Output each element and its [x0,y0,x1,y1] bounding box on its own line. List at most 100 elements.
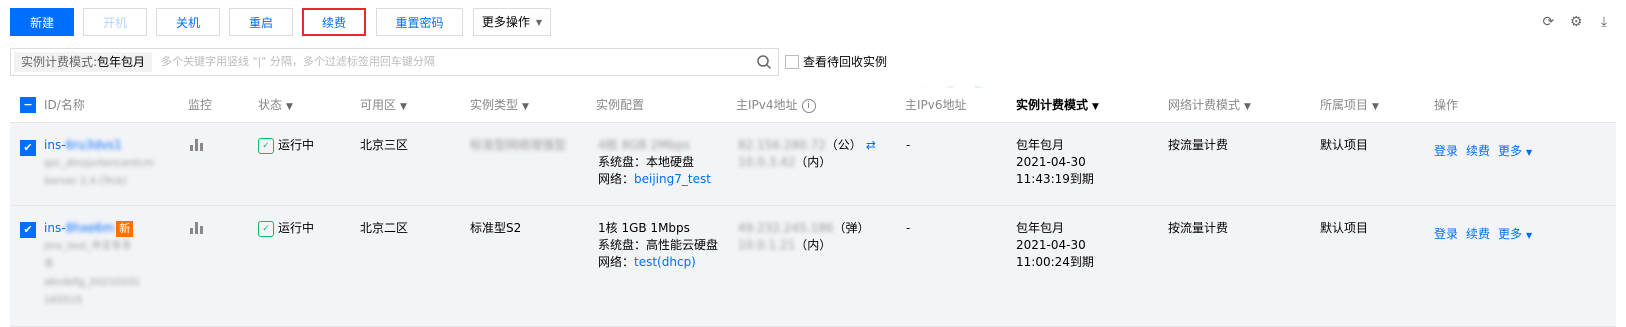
private-ip-suffix: （内） [795,238,832,252]
col-ipv4-label: 主IPv4地址 [736,98,798,112]
filter-icon[interactable]: ▼ [1372,90,1379,124]
col-type[interactable]: 实例类型 ▼ [470,88,529,124]
new-button[interactable]: 新建 [10,8,74,36]
renew-link[interactable]: 续费 [1466,227,1490,241]
filter-tag-value: 包年包月 [97,55,146,69]
gear-icon[interactable]: ⚙ [1564,14,1588,30]
filter-tag[interactable]: 实例计费模式:包年包月 [14,52,153,72]
row-checkbox[interactable]: ✔ [20,140,36,156]
billing-mode: 包年包月 [1016,221,1065,235]
col-ipv6: 主IPv6地址 [905,98,967,112]
instance-name-blurred: Server 2.4 (Trck) [44,176,127,187]
ipv6-cell: - [906,138,911,152]
config-cell: 4核 8GB 2Mbps 系统盘：本地硬盘 网络：beijing7_test [598,137,711,188]
type-cell: 标准型网络增强型 [470,137,566,154]
login-link[interactable]: 登录 [1434,227,1458,241]
renew-button[interactable]: 续费 [302,8,366,36]
filter-icon[interactable]: ▼ [522,90,529,124]
instance-name-blurred: 165515 [44,295,83,306]
col-net-billing-label: 网络计费模式 [1168,98,1241,112]
network-link[interactable]: beijing7_test [634,172,711,186]
private-ip-blurred: 10.0.3.42 [738,155,796,169]
col-actions: 操作 [1434,98,1459,112]
chevron-down-icon: ▼ [1526,231,1533,240]
billing-cell: 包年包月 2021-04-30 11:43:19到期 [1016,137,1094,188]
row-checkbox[interactable]: ✔ [20,222,36,238]
expire-date: 2021-04-30 [1016,238,1086,252]
ipv6-cell: - [906,221,911,235]
instance-name-blurred: abcdefg_20210331 [44,277,141,288]
monitor-icon[interactable] [190,222,204,239]
ipv4-cell: 82.156.280.72（公） ⇄ 10.0.3.42（内） [738,137,876,171]
instance-table: − ID/名称 监控 状态 ▼ 可用区 ▼ 实例类型 ▼ 实例配置 主IPv4地址 i … [10,88,1626,327]
recycle-checkbox[interactable] [785,54,799,69]
search-icon[interactable] [756,54,772,70]
restart-button[interactable]: 重启 [229,8,293,36]
more-label: 更多 [1498,144,1523,158]
expire-time: 11:43:19到期 [1016,172,1094,186]
monitor-icon[interactable] [190,139,204,156]
actions-cell: 登录 续费 更多 ▼ [1434,226,1532,244]
public-ip-suffix: （弹） [833,221,870,235]
instance-id-blurred: 6ru3dvs1 [65,138,122,152]
col-config: 实例配置 [596,98,645,112]
instance-id-prefix: ins- [44,221,66,235]
download-icon[interactable]: ⤓ [1592,14,1616,30]
ipv4-cell: 49.232.245.186（弹） 10.0.1.21（内） [738,220,869,254]
recycle-toggle[interactable]: 查看待回收实例 [785,53,887,71]
login-link[interactable]: 登录 [1434,144,1458,158]
table-row: ✔ ins-6ru3dvs1 qzc_dmzjvrtencentcm Serve… [10,123,1616,206]
col-id-name: ID/名称 [44,98,85,112]
project-cell: 默认项目 [1320,221,1369,235]
refresh-icon[interactable]: ⟳ [1536,14,1560,30]
status-text: 运行中 [278,221,315,235]
config-disk: 系统盘：高性能云硬盘 [598,238,719,252]
expire-time: 11:00:24到期 [1016,255,1094,269]
config-disk: 系统盘：本地硬盘 [598,155,695,169]
project-cell: 默认项目 [1320,138,1369,152]
status-cell: ✓ 运行中 [258,220,314,237]
recycle-label: 查看待回收实例 [803,55,888,69]
status-text: 运行中 [278,138,315,152]
more-dropdown[interactable]: 更多 ▼ [1498,227,1532,241]
search-input[interactable]: 实例计费模式:包年包月 多个关键字用竖线 "|" 分隔，多个过滤标签用回车键分隔 [10,48,779,76]
toolbar-right-icons: ⟳ ⚙ ⤓ [1536,14,1616,34]
col-status[interactable]: 状态 ▼ [258,88,293,124]
instance-id-link[interactable]: ins-6ru3dvs1 [44,138,122,152]
col-project[interactable]: 所属项目 ▼ [1320,88,1379,124]
config-cell: 1核 1GB 1Mbps 系统盘：高性能云硬盘 网络：test(dhcp) [598,220,718,271]
private-ip-blurred: 10.0.1.21 [738,238,796,252]
col-zone[interactable]: 可用区 ▼ [360,88,407,124]
power-on-button[interactable]: 开机 [83,8,147,36]
col-billing-label: 实例计费模式 [1016,98,1089,112]
config-net-label: 网络： [598,255,635,269]
info-icon[interactable]: i [801,98,816,113]
filter-icon[interactable]: ▼ [1092,90,1099,124]
instance-name-blurred: 冬 [44,259,54,270]
zone-cell: 北京二区 [360,221,409,235]
instance-id-link[interactable]: ins-8hxe6m [44,221,114,235]
search-placeholder: 多个关键字用竖线 "|" 分隔，多个过滤标签用回车键分隔 [161,55,435,68]
instance-id-blurred: 8hxe6m [65,221,115,235]
running-icon: ✓ [258,137,274,154]
col-billing[interactable]: 实例计费模式 ▼ [1016,88,1099,124]
more-actions-dropdown[interactable]: 更多操作 ▼ [473,8,551,36]
network-link[interactable]: test(dhcp) [634,255,696,269]
col-monitor: 监控 [188,98,213,112]
billing-cell: 包年包月 2021-04-30 11:00:24到期 [1016,220,1094,271]
col-net-billing[interactable]: 网络计费模式 ▼ [1168,88,1251,124]
renew-link[interactable]: 续费 [1466,144,1490,158]
type-blurred: 标准型网络增强型 [470,138,567,152]
filter-icon[interactable]: ▼ [1244,90,1251,124]
filter-icon[interactable]: ▼ [286,90,293,124]
more-dropdown[interactable]: 更多 ▼ [1498,144,1532,158]
select-all-checkbox[interactable]: − [20,97,36,113]
table-header: − ID/名称 监控 状态 ▼ 可用区 ▼ 实例类型 ▼ 实例配置 主IPv4地址 i … [10,88,1616,123]
switch-ip-icon[interactable]: ⇄ [866,138,876,152]
net-billing-cell: 按流量计费 [1168,221,1229,235]
expire-date: 2021-04-30 [1016,155,1086,169]
power-off-button[interactable]: 关机 [156,8,220,36]
reset-password-button[interactable]: 重置密码 [376,8,463,36]
col-project-label: 所属项目 [1320,98,1369,112]
filter-icon[interactable]: ▼ [400,90,407,124]
